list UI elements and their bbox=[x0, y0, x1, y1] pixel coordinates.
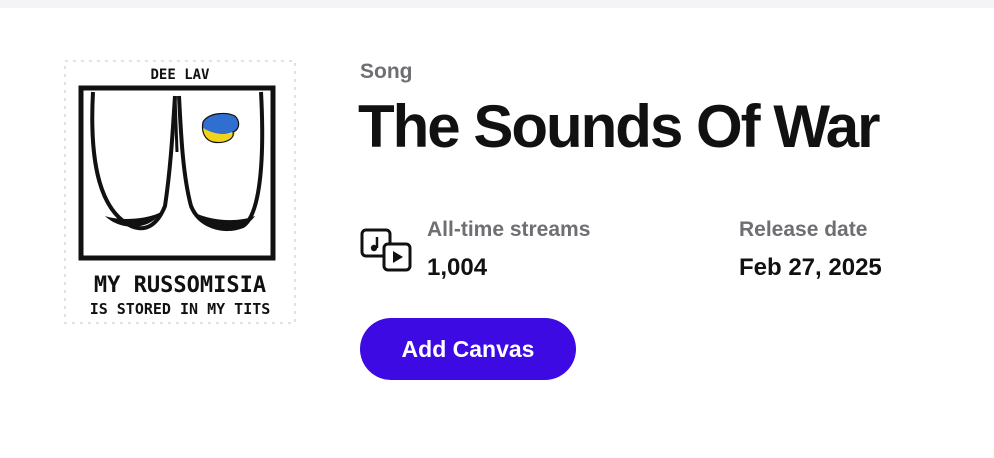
add-canvas-button[interactable]: Add Canvas bbox=[360, 318, 576, 380]
song-title: The Sounds Of War bbox=[358, 93, 880, 160]
artwork-artist-text: DEE LAV bbox=[150, 67, 210, 83]
streams-value: 1,004 bbox=[427, 254, 488, 281]
content-type-label: Song bbox=[360, 60, 413, 83]
top-bar bbox=[0, 0, 994, 8]
streams-label: All-time streams bbox=[427, 218, 591, 241]
artwork-caption-line2: IS STORED IN MY TITS bbox=[90, 300, 271, 318]
album-artwork: DEE LAV MY RUSSOMISIA IS STORED IN MY TI… bbox=[53, 56, 307, 326]
release-date-label: Release date bbox=[739, 218, 868, 241]
music-video-icon bbox=[360, 228, 412, 274]
release-date-value: Feb 27, 2025 bbox=[739, 254, 882, 281]
artwork-caption-line1: MY RUSSOMISIA bbox=[94, 273, 266, 298]
